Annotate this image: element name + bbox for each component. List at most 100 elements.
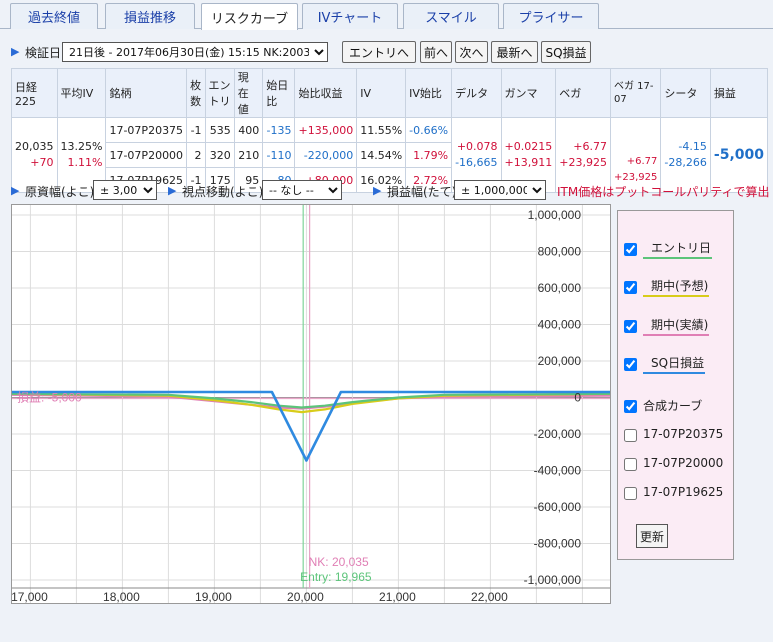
col-header-pnl: 損益 bbox=[709, 68, 769, 118]
legend-p20375[interactable]: 17-07P20375 bbox=[624, 427, 723, 443]
verify-date-label: 検証日 bbox=[25, 46, 62, 60]
y-tick-label: -200,000 bbox=[534, 427, 582, 441]
y-tick-label: -600,000 bbox=[534, 500, 582, 514]
legend-checkbox[interactable] bbox=[624, 357, 637, 371]
row-qty: -1 bbox=[186, 117, 206, 143]
col-header-vega-1707: ベガ 17-07 bbox=[609, 68, 662, 118]
legend-p19625[interactable]: 17-07P19625 bbox=[624, 485, 723, 501]
go-to-entry-button[interactable]: エントリへ bbox=[342, 41, 416, 63]
triangle-right-icon: ▶ bbox=[11, 45, 20, 58]
col-header-theta: シータ bbox=[660, 68, 711, 118]
tab-pnl-trend[interactable]: 損益推移 bbox=[105, 3, 195, 29]
underlying-range-label: 原資幅(よこ) bbox=[25, 185, 95, 199]
tab-past-close[interactable]: 過去終値 bbox=[10, 3, 98, 29]
previous-button[interactable]: 前へ bbox=[420, 41, 452, 63]
row-entry: 320 bbox=[204, 142, 235, 168]
col-header-diff: 始日比 bbox=[262, 68, 296, 118]
x-tick-label: 18,000 bbox=[103, 590, 140, 603]
y-tick-label: 400,000 bbox=[538, 318, 582, 332]
underlying-range-select[interactable]: ± 3,000 bbox=[93, 180, 157, 200]
legend-sq-pnl[interactable]: SQ日損益 bbox=[624, 354, 706, 374]
y-tick-label: -400,000 bbox=[534, 464, 582, 478]
risk-curve-chart: 1,000,000 800,000 600,000 400,000 200,000 0 -2… bbox=[11, 204, 611, 604]
avg-iv-change: 1.11% bbox=[67, 156, 103, 169]
y-tick-label: 200,000 bbox=[538, 354, 582, 368]
legend-checkbox[interactable] bbox=[624, 428, 637, 442]
y-tick-label: 1,000,000 bbox=[528, 208, 582, 222]
col-header-iv-diff: IV始比 bbox=[405, 68, 453, 118]
tab-bar: 過去終値 損益推移 リスクカーブ IVチャート スマイル プライサー bbox=[0, 0, 773, 30]
x-tick-label: 19,000 bbox=[195, 590, 232, 603]
nk225-change: +70 bbox=[30, 156, 54, 169]
col-header-current: 現在値 bbox=[233, 68, 264, 118]
legend-label: エントリ日 bbox=[643, 239, 713, 259]
y-tick-label: -1,000,000 bbox=[524, 573, 582, 587]
itm-note: ITM価格はプットコールパリティで算出 bbox=[557, 185, 770, 199]
legend-label: 期中(予想) bbox=[643, 277, 710, 297]
row-iv: 14.54% bbox=[356, 142, 407, 168]
legend-interim-actual[interactable]: 期中(実績) bbox=[624, 316, 710, 336]
next-button[interactable]: 次へ bbox=[455, 41, 488, 63]
verify-date-select[interactable]: 21日後 - 2017年06月30日(金) 15:15 NK:20035 bbox=[62, 42, 328, 62]
col-header-delta: デルタ bbox=[451, 68, 502, 118]
tab-iv-chart[interactable]: IVチャート bbox=[302, 3, 398, 29]
latest-button[interactable]: 最新へ bbox=[491, 41, 538, 63]
total-pnl-value: -5,000 bbox=[713, 147, 764, 163]
legend-checkbox[interactable] bbox=[624, 457, 637, 471]
row-diff: -135 bbox=[262, 117, 296, 143]
legend-checkbox[interactable] bbox=[624, 280, 637, 294]
col-header-vega: ベガ bbox=[555, 68, 611, 118]
nk-label: NK: 20,035 bbox=[309, 555, 369, 569]
legend-label: 17-07P20000 bbox=[643, 456, 724, 470]
col-header-avg-iv: 平均IV bbox=[56, 68, 107, 118]
position-table: 日経225 平均IV 銘柄 枚数 エントリ 現在値 始日比 始比収益 IV IV… bbox=[11, 68, 769, 193]
vega-1707-value: +6.77 bbox=[626, 156, 658, 167]
legend-interim-forecast[interactable]: 期中(予想) bbox=[624, 277, 710, 297]
update-button[interactable]: 更新 bbox=[636, 524, 668, 548]
col-header-entry: エントリ bbox=[204, 68, 235, 118]
col-header-iv: IV bbox=[356, 68, 407, 118]
sq-pnl-button[interactable]: SQ損益 bbox=[541, 41, 591, 63]
y-tick-label: 800,000 bbox=[538, 245, 582, 259]
row-current: 210 bbox=[233, 142, 264, 168]
viewpoint-label: 視点移動(よこ) bbox=[182, 185, 264, 199]
legend-composite-curve[interactable]: 合成カーブ bbox=[624, 397, 702, 416]
tab-risk-curve[interactable]: リスクカーブ bbox=[201, 3, 298, 30]
row-diff-pnl: -220,000 bbox=[294, 142, 358, 168]
viewpoint-select[interactable]: -- なし -- bbox=[262, 180, 342, 200]
col-header-gamma: ガンマ bbox=[500, 68, 557, 118]
row-qty: 2 bbox=[186, 142, 206, 168]
row-symbol: 17-07P20000 bbox=[105, 142, 188, 168]
nk225-value: 20,035 bbox=[15, 140, 54, 153]
col-header-nk225: 日経225 bbox=[11, 68, 58, 118]
legend-checkbox[interactable] bbox=[624, 400, 637, 413]
row-diff-pnl: +135,000 bbox=[294, 117, 358, 143]
x-tick-label: 22,000 bbox=[471, 590, 508, 603]
triangle-right-icon: ▶ bbox=[373, 184, 382, 197]
legend-checkbox[interactable] bbox=[624, 319, 637, 333]
legend-checkbox[interactable] bbox=[624, 242, 637, 256]
vega-amount: +23,925 bbox=[559, 156, 607, 169]
legend-label: 17-07P20375 bbox=[643, 427, 724, 441]
legend-label: SQ日損益 bbox=[643, 354, 706, 374]
tab-pricer[interactable]: プライサー bbox=[503, 3, 599, 29]
pnl-range-select[interactable]: ± 1,000,000 bbox=[454, 180, 546, 200]
risk-curve-svg: 1,000,000 800,000 600,000 400,000 200,000 0 -2… bbox=[11, 205, 611, 604]
x-tick-label: 17,000 bbox=[12, 590, 48, 603]
chart-controls: ▶ 原資幅(よこ) ± 3,000 ▶ 視点移動(よこ) -- なし -- ▶ … bbox=[0, 180, 773, 202]
x-tick-label: 21,000 bbox=[379, 590, 416, 603]
row-iv-diff: 1.79% bbox=[405, 142, 453, 168]
legend-label: 期中(実績) bbox=[643, 316, 710, 336]
entry-label: Entry: 19,965 bbox=[300, 570, 372, 584]
delta-amount: -16,665 bbox=[455, 156, 498, 169]
triangle-right-icon: ▶ bbox=[11, 184, 20, 197]
legend-entry-day[interactable]: エントリ日 bbox=[624, 239, 713, 259]
tab-smile[interactable]: スマイル bbox=[403, 3, 499, 29]
gamma-amount: +13,911 bbox=[504, 156, 553, 169]
legend-p20000[interactable]: 17-07P20000 bbox=[624, 456, 723, 472]
row-iv: 11.55% bbox=[356, 117, 407, 143]
legend-checkbox[interactable] bbox=[624, 486, 637, 500]
theta-amount: -28,266 bbox=[664, 156, 707, 169]
row-diff: -110 bbox=[262, 142, 296, 168]
vega-value: +6.77 bbox=[573, 140, 607, 153]
